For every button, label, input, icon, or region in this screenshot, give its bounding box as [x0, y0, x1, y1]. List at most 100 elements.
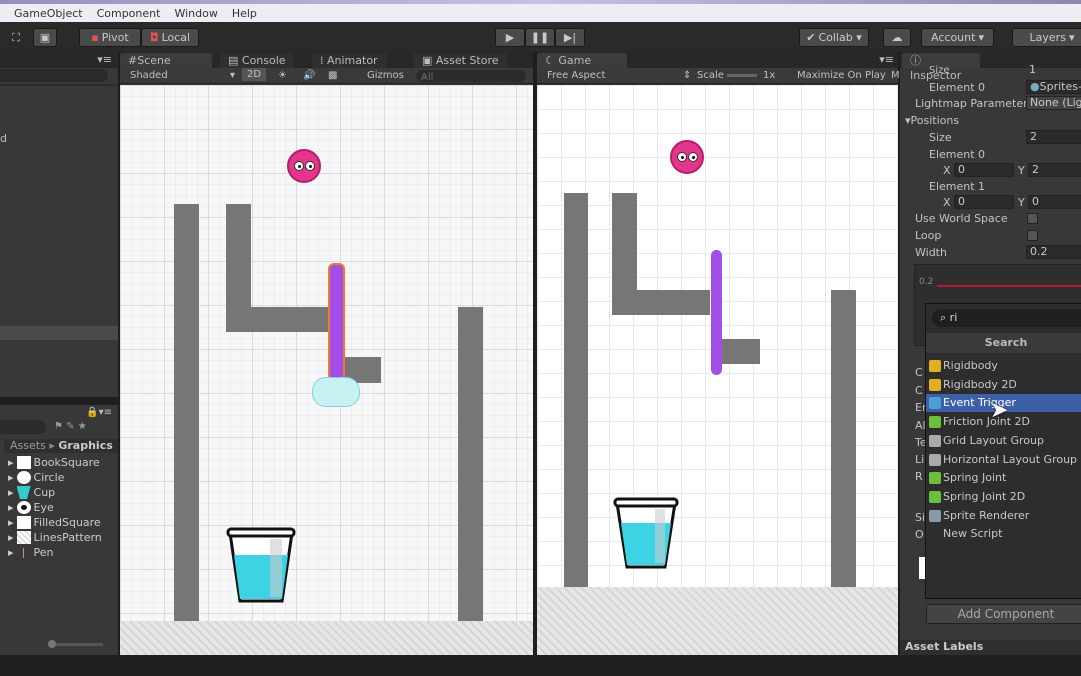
menu-gameobject[interactable]: GameObject: [14, 7, 83, 20]
materials-size-field[interactable]: 1: [1026, 64, 1081, 78]
toggle-2d-button[interactable]: 2D: [242, 68, 267, 81]
thumbnail-size-slider[interactable]: [48, 640, 103, 648]
floor: [537, 587, 898, 655]
component-item[interactable]: Rigidbody 2D: [926, 376, 1081, 394]
component-item[interactable]: Spring Joint 2D: [926, 488, 1081, 506]
panel-menu-icon[interactable]: ▾≡: [97, 53, 112, 66]
sprite-renderer-icon: [929, 509, 941, 522]
add-component-button[interactable]: Add Component: [926, 604, 1081, 624]
asset-labels-header[interactable]: Asset Labels: [900, 640, 1081, 655]
element0-x-field[interactable]: 0: [954, 163, 1014, 177]
pivot-button[interactable]: ▪ Pivot: [79, 28, 141, 47]
game-toolbar: Free Aspect ⇕ Scale 1x Maximize On Play …: [537, 68, 900, 84]
asset-item[interactable]: ▸ Cup: [8, 486, 55, 499]
material-icon: ●: [1030, 80, 1040, 93]
breadcrumb-assets[interactable]: Assets: [10, 439, 46, 452]
hierarchy-selected-row[interactable]: [0, 326, 118, 340]
l-wall-horizontal[interactable]: [226, 307, 330, 332]
element0-y-field[interactable]: 2: [1028, 163, 1081, 177]
component-item[interactable]: Sprite Renderer: [926, 507, 1081, 525]
cup: [613, 497, 679, 569]
game-viewport[interactable]: [537, 85, 898, 655]
maximize-on-play-toggle[interactable]: Maximize On Play: [797, 70, 886, 81]
lightmap-field[interactable]: None (Lig: [1026, 96, 1081, 110]
asset-item[interactable]: ▸ LinesPattern: [8, 531, 102, 544]
mute-audio-toggle[interactable]: M: [891, 70, 900, 81]
lightmap-label: Lightmap Parameter: [915, 97, 1028, 110]
drawn-line: [711, 250, 722, 375]
width-field[interactable]: 0.2: [1026, 245, 1081, 259]
component-item[interactable]: Grid Layout Group: [926, 432, 1081, 450]
scene-search-input[interactable]: ⌕ All: [416, 70, 526, 83]
tab-scene[interactable]: #Scene: [120, 53, 212, 68]
component-item-label: Horizontal Layout Group: [943, 452, 1078, 466]
scale-tool-button[interactable]: ⛶: [4, 28, 28, 47]
collab-button[interactable]: ✔ Collab ▾: [799, 28, 869, 47]
tab-game[interactable]: ☾ Game: [537, 53, 627, 68]
asset-item[interactable]: ▸ Circle: [8, 471, 64, 484]
material-field[interactable]: ●Sprites-: [1026, 80, 1081, 94]
expand-icon: ▸: [8, 471, 14, 484]
mouse-cursor-icon: ➤: [990, 398, 1009, 423]
asset-item[interactable]: ▸ ǀ Pen: [8, 546, 54, 559]
loop-checkbox[interactable]: [1027, 230, 1038, 241]
expand-icon: ▸: [8, 516, 14, 529]
layers-dropdown[interactable]: Layers ▾: [1012, 28, 1081, 47]
component-item[interactable]: Rigidbody: [926, 357, 1081, 375]
positions-size-field[interactable]: 2: [1026, 130, 1081, 144]
asset-item[interactable]: ▸ BookSquare: [8, 456, 100, 469]
tab-console[interactable]: ▤ Console: [220, 53, 294, 68]
component-item[interactable]: New Script: [926, 525, 1081, 543]
local-button[interactable]: ◘ Local: [141, 28, 199, 47]
lighting-toggle-icon[interactable]: ☀: [278, 70, 287, 81]
component-item[interactable]: Horizontal Layout Group: [926, 451, 1081, 469]
account-dropdown[interactable]: Account ▾: [921, 28, 994, 47]
breadcrumb-graphics[interactable]: Graphics: [58, 439, 112, 452]
right-pillar[interactable]: [458, 307, 483, 621]
asset-item[interactable]: ▸ Eye: [8, 501, 54, 514]
step-button[interactable]: ▶|: [555, 28, 585, 47]
rect-tool-button[interactable]: ▣: [33, 28, 57, 47]
store-icon: ▣: [422, 54, 436, 67]
component-item[interactable]: Spring Joint: [926, 469, 1081, 487]
scale-slider[interactable]: [727, 74, 757, 77]
component-item-label: Spring Joint: [943, 471, 1007, 485]
gizmos-dropdown[interactable]: Gizmos: [367, 70, 404, 81]
drawn-line-selected[interactable]: [328, 263, 345, 381]
menu-component[interactable]: Component: [97, 7, 161, 20]
x-label: X: [943, 164, 951, 177]
tab-animator[interactable]: ⁞ Animator: [312, 53, 386, 68]
cup[interactable]: [226, 525, 296, 605]
lock-icon[interactable]: 🔒▾≡: [86, 407, 112, 418]
menu-window[interactable]: Window: [174, 7, 217, 20]
scene-viewport[interactable]: [120, 85, 533, 655]
left-pillar[interactable]: [174, 204, 199, 621]
expand-icon: ▸: [8, 456, 14, 469]
ball[interactable]: [287, 149, 321, 183]
cloud-button[interactable]: ☁: [883, 28, 911, 47]
element1-y-field[interactable]: 0: [1028, 195, 1081, 209]
friction-joint-icon: [929, 416, 941, 429]
audio-toggle-icon[interactable]: 🔊: [303, 70, 315, 81]
filter-icons[interactable]: ⚑ ✎ ★: [54, 421, 87, 432]
pause-button[interactable]: ❚❚: [525, 28, 555, 47]
grid-icon: #: [128, 54, 138, 67]
component-search-input[interactable]: ⌕ ri: [932, 309, 1081, 327]
effects-toggle-icon[interactable]: ▩: [328, 70, 337, 81]
project-search[interactable]: [0, 420, 46, 434]
play-button[interactable]: ▶: [495, 28, 525, 47]
use-world-space-checkbox[interactable]: [1027, 213, 1038, 224]
asset-item[interactable]: ▸ FilledSquare: [8, 516, 101, 529]
aspect-dropdown[interactable]: Free Aspect: [547, 70, 605, 81]
element1-x-field[interactable]: 0: [954, 195, 1014, 209]
positions-foldout[interactable]: ▾Positions: [905, 114, 959, 127]
panel-menu-icon[interactable]: ▾≡: [879, 53, 894, 66]
camera-gizmo-icon[interactable]: [312, 377, 360, 407]
shading-dropdown[interactable]: Shaded: [130, 70, 168, 81]
tab-asset-store[interactable]: ▣ Asset Store: [414, 53, 507, 68]
scene-tabrow: #Scene ▤ Console ⁞ Animator ▣ Asset Stor…: [120, 52, 533, 68]
menu-help[interactable]: Help: [232, 7, 257, 20]
chevron-down-icon: ▾: [978, 31, 984, 44]
hierarchy-search[interactable]: [0, 69, 108, 82]
hierarchy-item-partial[interactable]: d: [0, 132, 7, 145]
